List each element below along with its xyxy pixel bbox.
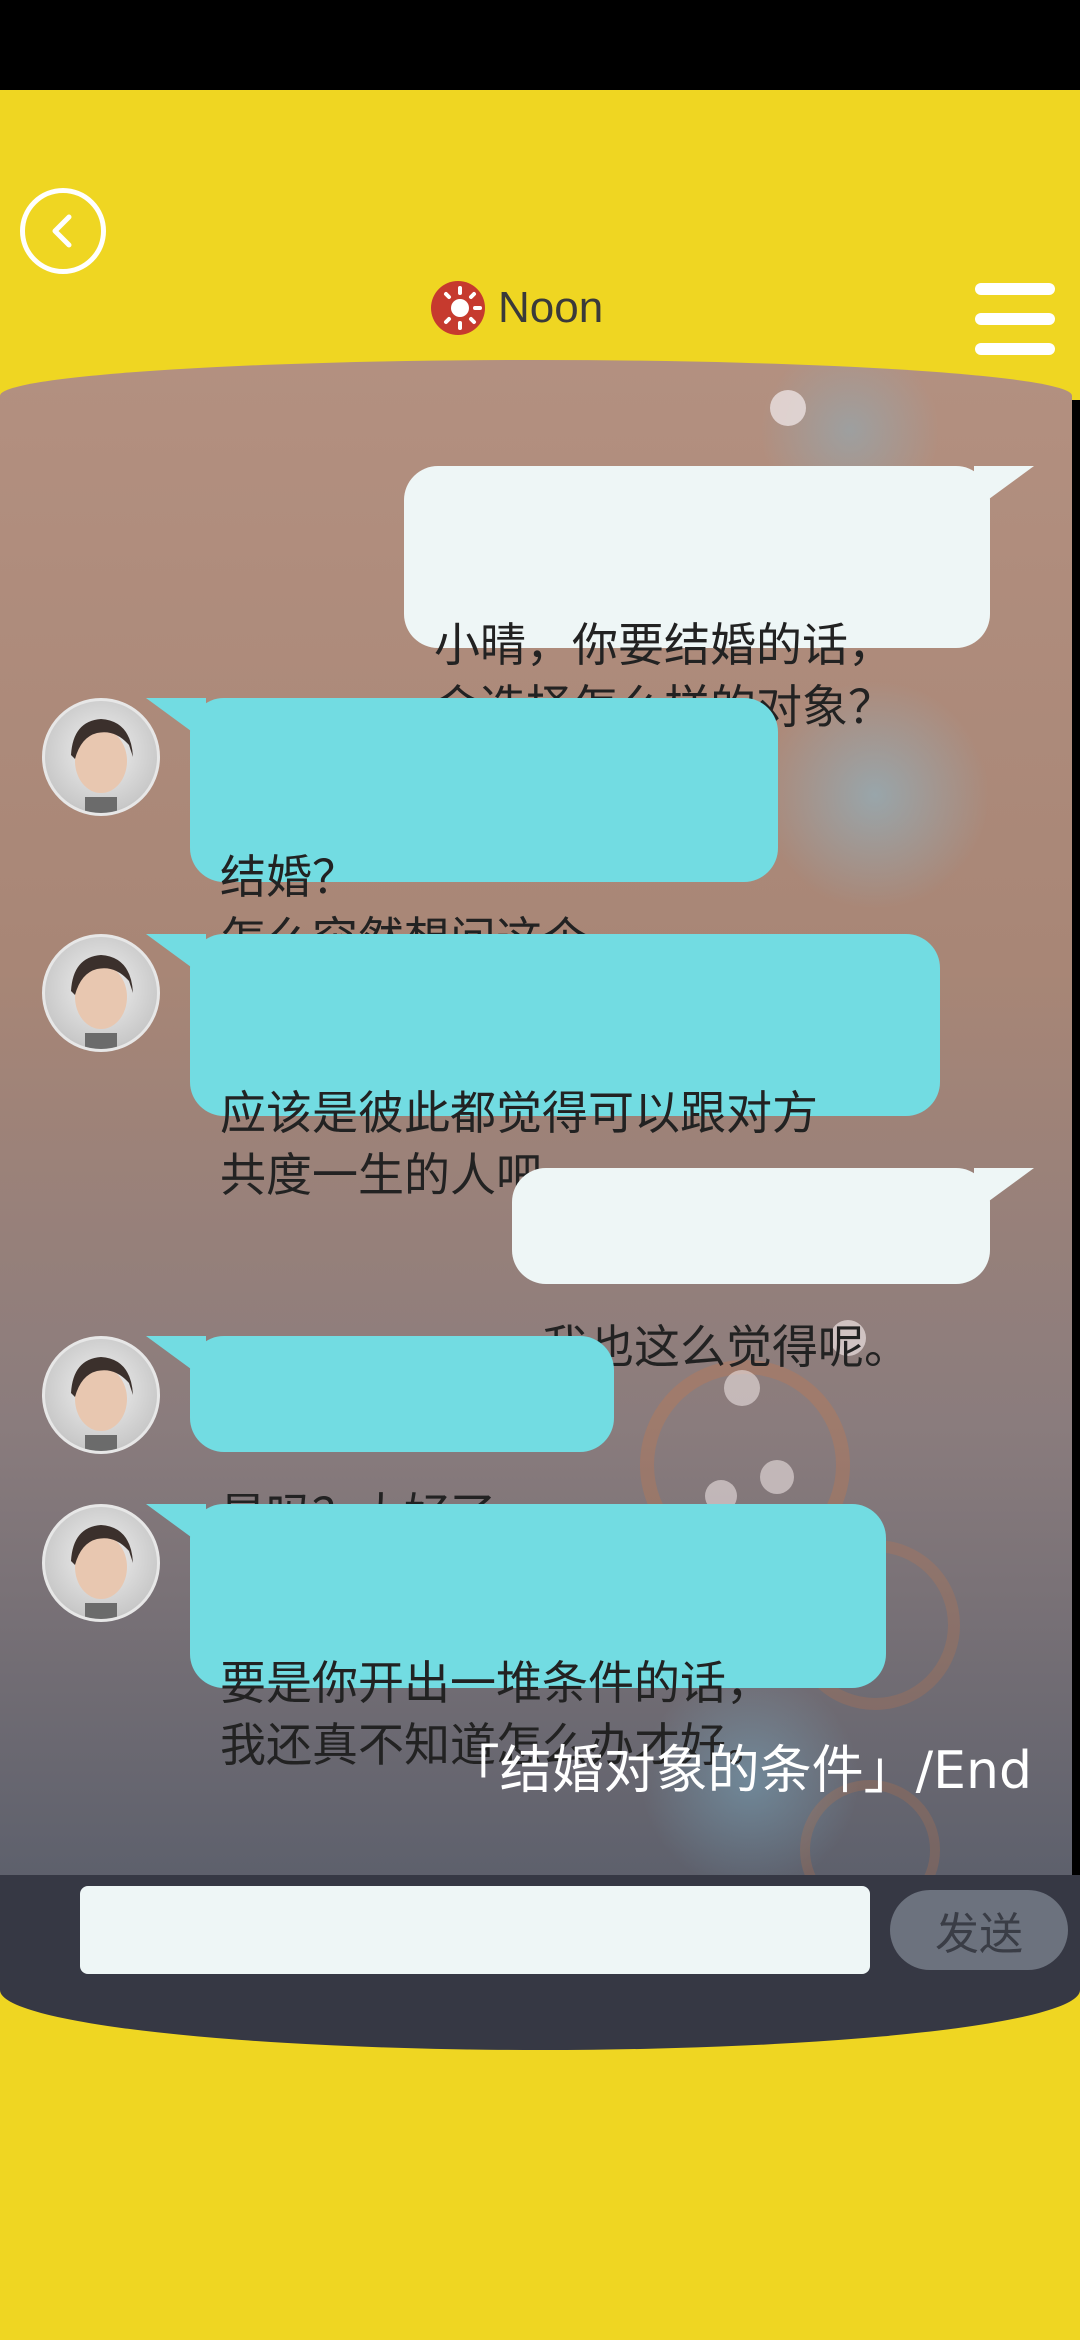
menu-button[interactable] [975, 283, 1055, 355]
bubble-tail [146, 934, 206, 978]
avatar-portrait [71, 1357, 133, 1451]
bubble-tail [146, 1504, 206, 1548]
avatar-portrait [71, 955, 133, 1049]
bokeh-light [770, 390, 806, 426]
bubble-tail [974, 1168, 1034, 1212]
hamburger-menu-icon [975, 283, 1055, 295]
avatar [42, 934, 160, 1052]
character-message-bubble: 是吗？太好了。 [146, 1336, 614, 1542]
character-message-bubble: 结婚？ 怎么突然想问这个…… [146, 698, 778, 966]
chapter-end-caption: 「结婚对象的条件」/End [447, 1741, 1032, 1801]
avatar-portrait [71, 719, 133, 813]
avatar-portrait [71, 1525, 133, 1619]
bubble-tail [146, 698, 206, 742]
avatar [42, 1504, 160, 1622]
status-bar [0, 0, 1080, 90]
bokeh-light [760, 1460, 794, 1494]
avatar [42, 698, 160, 816]
sun-icon [431, 281, 485, 335]
period-label: Noon [498, 283, 604, 332]
bubble-tail [146, 1336, 206, 1380]
screen-edge-strip [1072, 400, 1080, 1880]
send-button[interactable]: 发送 [890, 1890, 1068, 1970]
character-message-bubble: 应该是彼此都觉得可以跟对方 共度一生的人吧。 [146, 934, 940, 1202]
back-button[interactable] [20, 188, 106, 274]
time-of-day-indicator: Noon [430, 278, 603, 338]
avatar [42, 1336, 160, 1454]
character-message-bubble: 要是你开出一堆条件的话， 我还真不知道怎么办才好。 [146, 1504, 886, 1772]
my-message-bubble: 小晴，你要结婚的话， 会选择怎么样的对象？ [404, 466, 1034, 734]
message-input[interactable] [80, 1886, 870, 1974]
back-chevron-icon [52, 214, 72, 248]
bubble-tail [974, 466, 1034, 510]
my-message-bubble: 我也这么觉得呢。 [512, 1168, 1034, 1374]
